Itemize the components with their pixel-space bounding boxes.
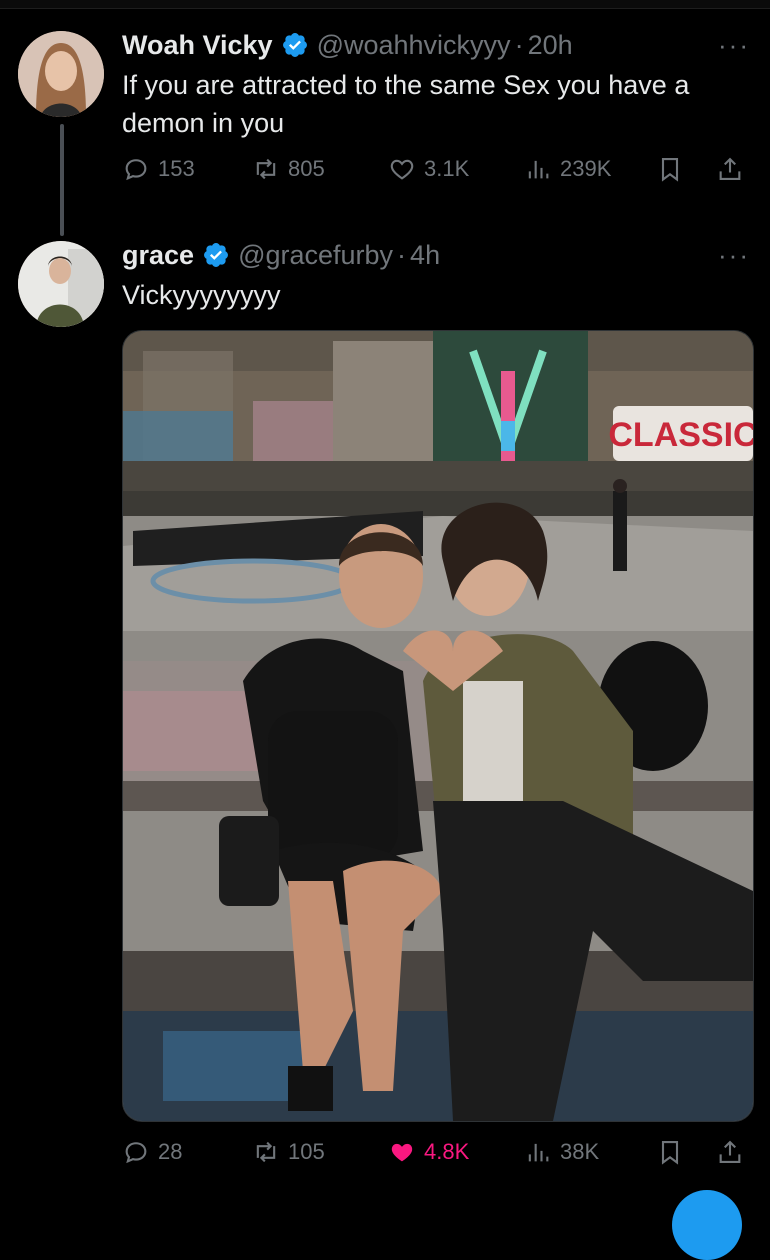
reply-button[interactable]: 153	[122, 155, 195, 183]
more-icon[interactable]: ···	[718, 240, 750, 271]
thread-connector	[60, 124, 64, 236]
tweet1-header: Woah Vicky @woahhvickyyy · 20h	[122, 28, 573, 62]
photo-illustration: CLASSIC	[123, 331, 753, 1121]
like-count: 3.1K	[424, 156, 470, 181]
author-handle[interactable]: @woahhvickyyy	[317, 30, 511, 61]
reply-icon	[125, 159, 147, 181]
separator-dot: ·	[514, 29, 524, 60]
like-button[interactable]: 3.1K	[388, 155, 469, 183]
tweet2-header: grace @gracefurby · 4h	[122, 238, 440, 272]
like-icon	[391, 1143, 413, 1162]
reply-icon	[125, 1142, 147, 1164]
avatar-grace[interactable]	[18, 241, 104, 327]
retweet-button[interactable]: 805	[252, 155, 325, 183]
author-handle[interactable]: @gracefurby	[238, 240, 393, 271]
separator-dot: ·	[397, 239, 407, 270]
like-icon	[390, 159, 414, 180]
reply-count: 153	[158, 156, 195, 181]
retweet-button[interactable]: 105	[252, 1138, 325, 1166]
retweet-count: 805	[288, 156, 325, 181]
tweet2-actions: 28 105 4.8K 38K	[122, 1138, 750, 1174]
reply-count: 28	[158, 1139, 183, 1164]
share-button[interactable]	[716, 1138, 744, 1166]
timestamp[interactable]: 20h	[528, 30, 573, 61]
avatar-woah-vicky[interactable]	[18, 31, 104, 117]
top-divider	[0, 0, 770, 9]
verified-badge-icon	[282, 33, 307, 57]
views-count: 239K	[560, 156, 612, 181]
share-icon	[719, 157, 741, 180]
views-count: 38K	[560, 1139, 600, 1164]
share-icon	[719, 1140, 741, 1163]
share-button[interactable]	[716, 155, 744, 183]
verified-badge-icon	[204, 243, 229, 267]
like-button[interactable]: 4.8K	[388, 1138, 469, 1166]
graffiti-text: CLASSIC	[608, 416, 753, 454]
like-count: 4.8K	[424, 1139, 470, 1164]
compose-button[interactable]	[672, 1190, 742, 1260]
author-name[interactable]: Woah Vicky	[122, 30, 273, 61]
views-button[interactable]: 38K	[524, 1138, 599, 1166]
tweet2-text: Vickyyyyyyyy	[122, 280, 281, 310]
timestamp[interactable]: 4h	[410, 240, 440, 271]
author-name[interactable]: grace	[122, 240, 194, 271]
bookmark-icon	[661, 158, 679, 182]
more-icon[interactable]: ···	[718, 30, 750, 61]
tweet1-text: If you are attracted to the same Sex you…	[122, 70, 690, 138]
bookmark-button[interactable]	[656, 155, 684, 183]
tweet1-actions: 153 805 3.1K 239K	[122, 155, 750, 191]
views-icon	[528, 1143, 549, 1162]
retweet-count: 105	[288, 1139, 325, 1164]
views-icon	[528, 160, 549, 179]
tweet-photo[interactable]: CLASSIC	[122, 330, 754, 1122]
bookmark-button[interactable]	[656, 1138, 684, 1166]
bookmark-icon	[661, 1141, 679, 1165]
reply-button[interactable]: 28	[122, 1138, 182, 1166]
retweet-icon	[256, 158, 276, 180]
retweet-icon	[256, 1141, 276, 1163]
views-button[interactable]: 239K	[524, 155, 611, 183]
